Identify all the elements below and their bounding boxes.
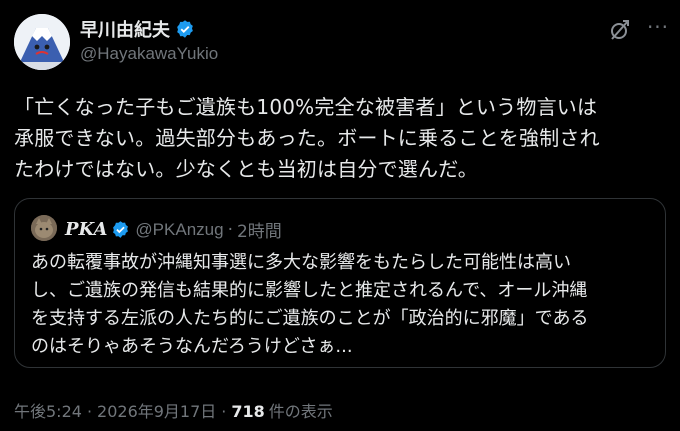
author-display-name[interactable]: 早川由紀夫 (80, 16, 170, 42)
quoted-timestamp[interactable]: 2時間 (237, 217, 282, 242)
more-options-icon[interactable]: ··· (646, 17, 670, 42)
tweet-meta: 午後5:24 · 2026年9月17日 · 718 件の表示 (14, 398, 333, 422)
quoted-display-name[interactable]: PKA (65, 219, 107, 240)
verified-badge-icon (175, 19, 195, 39)
views-label: 件の表示 (268, 402, 333, 421)
author-name-row: 早川由紀夫 (80, 16, 195, 42)
separator-dot: · (227, 219, 233, 240)
mountain-face-avatar-icon (14, 14, 70, 70)
quoted-text: あの転覆事故が沖縄知事選に多大な影響をもたらした可能性は高い し、ご遺族の発信も… (31, 249, 653, 361)
grok-icon[interactable] (608, 18, 632, 42)
cat-avatar-icon (31, 215, 57, 241)
quoted-line: のはそりゃあそうなんだろうけどさぁ... (31, 336, 353, 357)
author-handle[interactable]: @HayakawaYukio (80, 44, 218, 64)
post-date[interactable]: 2026年9月17日 (97, 398, 216, 422)
quoted-line: し、ご遺族の発信も結果的に影響したと推定されるんで、オール沖縄 (31, 280, 588, 301)
quoted-author-avatar[interactable] (31, 215, 57, 241)
tweet-line: 「亡くなった子もご遺族も100%完全な被害者」という物言いは (14, 95, 598, 119)
quoted-handle[interactable]: @PKAnzug (135, 220, 223, 240)
quoted-line: を支持する左派の人たち的にご遺族のことが「政治的に邪魔」である (31, 308, 589, 329)
tweet-line: たわけではない。少なくとも当初は自分で選んだ。 (14, 157, 478, 181)
author-avatar[interactable] (14, 14, 70, 70)
tweet-line: 承服できない。過失部分もあった。ボートに乗ることを強制され (14, 126, 600, 150)
post-time[interactable]: 午後5:24 (14, 398, 82, 422)
verified-badge-icon (111, 220, 130, 239)
separator-dot: · (86, 402, 93, 421)
views-count[interactable]: 718 (231, 402, 264, 421)
quoted-tweet[interactable]: PKA @PKAnzug · 2時間 あの転覆事故が沖縄知事選に多大な影響をもた… (14, 198, 666, 368)
quoted-header: PKA @PKAnzug · 2時間 (65, 217, 282, 242)
tweet-text: 「亡くなった子もご遺族も100%完全な被害者」という物言いは 承服できない。過失… (14, 92, 670, 185)
separator-dot: · (221, 402, 227, 421)
quoted-line: あの転覆事故が沖縄知事選に多大な影響をもたらした可能性は高い (31, 252, 571, 273)
